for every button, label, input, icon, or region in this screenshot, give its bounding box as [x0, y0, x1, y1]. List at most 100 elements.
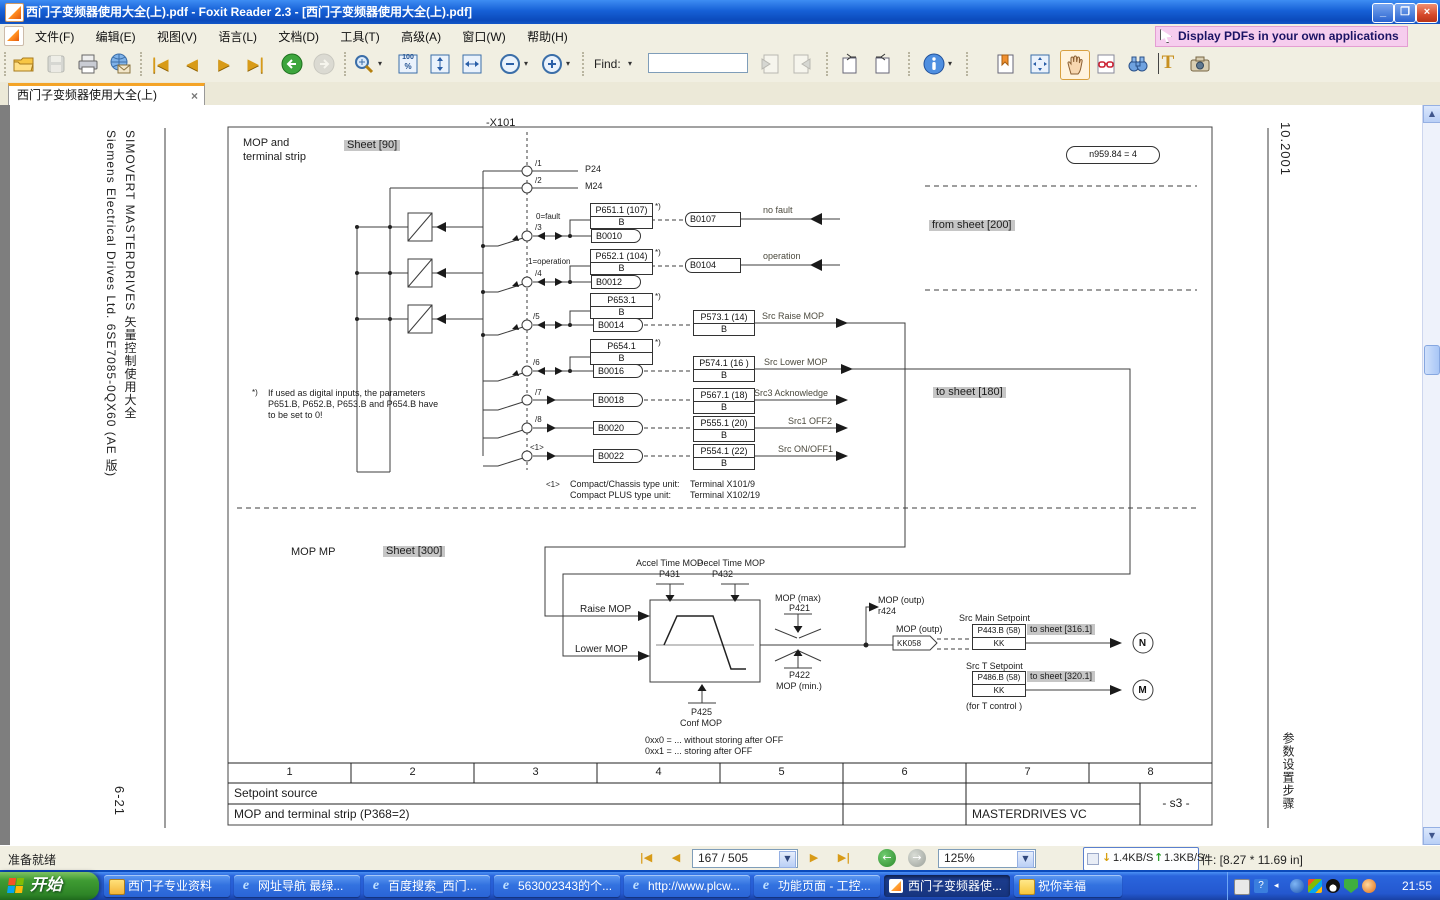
zoom-out-caret[interactable]: ▾ [524, 59, 528, 68]
prev-page-button[interactable]: ◀ [178, 50, 206, 78]
task-ie-plcw[interactable]: ehttp://www.plcw... [624, 875, 750, 897]
tab-close-icon[interactable]: × [191, 87, 198, 105]
search-button[interactable] [1124, 50, 1152, 78]
zoom-out-button[interactable] [496, 50, 524, 78]
find-input[interactable] [648, 53, 748, 73]
actual-size-button[interactable]: 100% [394, 50, 422, 78]
navigation-panel-button[interactable] [1026, 50, 1054, 78]
menu-help[interactable]: 帮助(H) [518, 24, 577, 47]
previous-view-button[interactable] [278, 50, 306, 78]
tray-windows-icon[interactable] [1308, 879, 1322, 893]
task-ie-nav[interactable]: e网址导航 最绿... [234, 875, 360, 897]
input-help-icon[interactable]: ? [1254, 879, 1268, 893]
menu-edit[interactable]: 编辑(E) [87, 24, 145, 47]
menu-language[interactable]: 语言(L) [209, 24, 266, 47]
diagram-title-line1: MOP and [243, 138, 289, 149]
task-ie-gongkong[interactable]: e功能页面 - 工控... [754, 875, 880, 897]
status-prev-page-button[interactable]: ◀ [668, 850, 684, 866]
tray-qq-icon[interactable] [1326, 879, 1340, 893]
fit-page-button[interactable] [426, 50, 454, 78]
properties-caret[interactable]: ▾ [948, 59, 952, 68]
bookmark-button[interactable] [992, 50, 1020, 78]
find-next-icon [790, 52, 814, 76]
minimize-button[interactable]: _ [1372, 3, 1394, 23]
keyboard-icon[interactable] [1234, 879, 1250, 895]
fit-width-icon [460, 52, 484, 76]
tray-back-icon[interactable] [1290, 879, 1304, 893]
send-email-button[interactable] [106, 50, 134, 78]
scroll-up-icon[interactable]: ▲ [1423, 105, 1440, 123]
signal-src1-off2: Src1 OFF2 [788, 416, 832, 427]
page-combo-caret[interactable]: ▼ [779, 851, 796, 868]
select-text-button[interactable]: T [1154, 50, 1182, 78]
selector-p573-box: P573.1 (14)B [693, 310, 755, 336]
toolbar-gripper [344, 52, 349, 76]
upload-arrow-icon: ↑ [1154, 848, 1163, 868]
scroll-down-icon[interactable]: ▼ [1423, 827, 1440, 845]
zoom-combo-caret[interactable]: ▼ [1017, 851, 1034, 868]
document-tab[interactable]: 西门子变频器使用大全(上) × [8, 83, 205, 105]
menu-window[interactable]: 窗口(W) [453, 24, 514, 47]
selector-p567-box: P567.1 (18)B [693, 388, 755, 414]
scrollbar-thumb[interactable] [1424, 345, 1440, 375]
last-page-button[interactable]: ▶| [242, 50, 270, 78]
show-hidden-icons-chevron[interactable]: ◂ [1274, 879, 1288, 893]
fit-page-icon [428, 52, 452, 76]
open-button[interactable] [10, 50, 38, 78]
task-foxit-active[interactable]: 西门子变频器使... [884, 875, 1010, 897]
save-button[interactable] [42, 50, 70, 78]
fit-width-button[interactable] [458, 50, 486, 78]
foxit-app-icon [5, 3, 24, 22]
table-product: MASTERDRIVES VC [972, 809, 1087, 820]
start-button[interactable]: 开始 [0, 872, 99, 900]
rotate-right-button[interactable] [868, 50, 896, 78]
menu-file[interactable]: 文件(F) [26, 24, 83, 47]
find-previous-button[interactable] [756, 50, 784, 78]
p422-label: P422 [789, 670, 810, 681]
lower-mop-label: Lower MOP [575, 644, 628, 655]
status-first-page-button[interactable]: |◀ [638, 850, 654, 866]
status-last-page-button[interactable]: ▶| [836, 850, 852, 866]
status-forward-button[interactable]: → [908, 849, 926, 867]
tray-shield-icon[interactable] [1344, 879, 1358, 893]
signal-src-onoff1: Src ON/OFF1 [778, 444, 833, 455]
tray-scan-icon[interactable] [1362, 879, 1376, 893]
p24-label: P24 [585, 164, 601, 175]
properties-button[interactable] [920, 50, 948, 78]
zoom-level-combo[interactable]: 125%▼ [938, 849, 1036, 868]
task-folder-siemens[interactable]: 西门子专业资料 [104, 875, 230, 897]
p425-label: P425 [691, 707, 712, 718]
next-page-button[interactable]: ▶ [210, 50, 238, 78]
rotate-left-button[interactable] [836, 50, 864, 78]
status-next-page-button[interactable]: ▶ [806, 850, 822, 866]
snapshot-button[interactable] [1186, 50, 1214, 78]
find-caret[interactable]: ▾ [628, 59, 632, 68]
task-note[interactable]: 祝你幸福 [1014, 875, 1122, 897]
menu-tools[interactable]: 工具(T) [331, 24, 388, 47]
zoom-tool-button[interactable] [350, 50, 378, 78]
close-button[interactable]: × [1416, 3, 1438, 23]
task-ie-qzone[interactable]: e563002343的个... [494, 875, 620, 897]
first-page-button[interactable]: |◀ [146, 50, 174, 78]
find-next-button[interactable] [788, 50, 816, 78]
zoom-tool-caret[interactable]: ▾ [378, 59, 382, 68]
menu-view[interactable]: 视图(V) [148, 24, 206, 47]
zoom-in-caret[interactable]: ▾ [566, 59, 570, 68]
snapshot-view-button[interactable] [1092, 50, 1120, 78]
page-number-combo[interactable]: 167 / 505▼ [692, 849, 798, 868]
menu-advanced[interactable]: 高级(A) [392, 24, 450, 47]
zoom-in-button[interactable] [538, 50, 566, 78]
next-view-button[interactable] [310, 50, 338, 78]
menu-document[interactable]: 文档(D) [269, 24, 328, 47]
task-ie-baidu[interactable]: e百度搜索_西门... [364, 875, 490, 897]
vertical-scrollbar[interactable]: ▲ ▼ [1422, 105, 1440, 845]
print-button[interactable] [74, 50, 102, 78]
table-mop-terminal-strip: MOP and terminal strip (P368=2) [234, 809, 410, 820]
sheet-90-ref: Sheet [90] [344, 140, 400, 151]
restore-button[interactable]: ❐ [1394, 3, 1416, 23]
hand-tool-button[interactable] [1060, 50, 1090, 80]
status-back-button[interactable]: ← [878, 849, 896, 867]
rotate-left-icon [838, 52, 862, 76]
ad-banner[interactable]: Display PDFs in your own applications [1155, 26, 1408, 47]
toolbar: |◀ ◀ ▶ ▶| ▾ 100% ▾ ▾ Find: ▾ ▾ T [0, 47, 1440, 83]
